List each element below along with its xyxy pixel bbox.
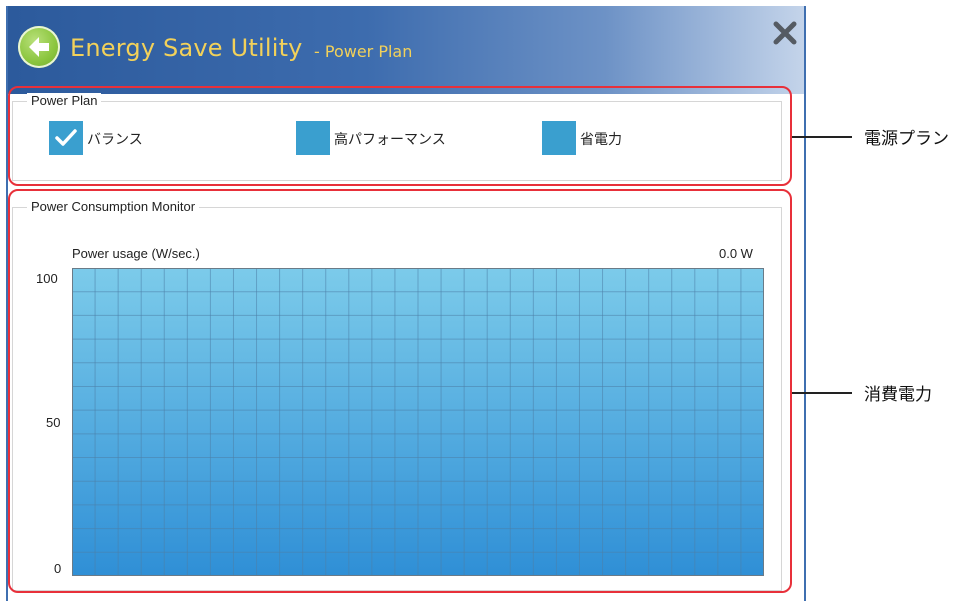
callout-power-plan: 電源プラン xyxy=(864,129,949,149)
check-icon xyxy=(55,129,77,146)
y-tick-100: 100 xyxy=(36,271,58,286)
y-tick-50: 50 xyxy=(46,415,61,430)
power-usage-chart xyxy=(72,268,764,576)
plan-checkbox-high-performance[interactable] xyxy=(296,121,330,155)
current-power-readout: 0.0 W xyxy=(719,246,753,261)
plan-label-balance: バランス xyxy=(87,132,143,148)
callout-line-power-plan xyxy=(792,136,852,138)
app-title: Energy Save Utility xyxy=(70,34,303,62)
close-icon[interactable] xyxy=(772,20,798,46)
plan-checkbox-power-saver[interactable] xyxy=(542,121,576,155)
chart-y-label: Power usage (W/sec.) xyxy=(72,246,200,261)
callout-consumption: 消費電力 xyxy=(864,385,932,405)
plan-checkbox-balance[interactable] xyxy=(49,121,83,155)
plan-label-power-saver: 省電力 xyxy=(580,132,622,148)
callout-line-consumption xyxy=(792,392,852,394)
back-arrow-icon[interactable] xyxy=(18,26,60,68)
title-bar: Energy Save Utility - Power Plan xyxy=(8,6,804,94)
plan-label-high-performance: 高パフォーマンス xyxy=(334,132,446,148)
y-tick-0: 0 xyxy=(54,561,62,576)
page-subtitle: - Power Plan xyxy=(314,42,413,61)
